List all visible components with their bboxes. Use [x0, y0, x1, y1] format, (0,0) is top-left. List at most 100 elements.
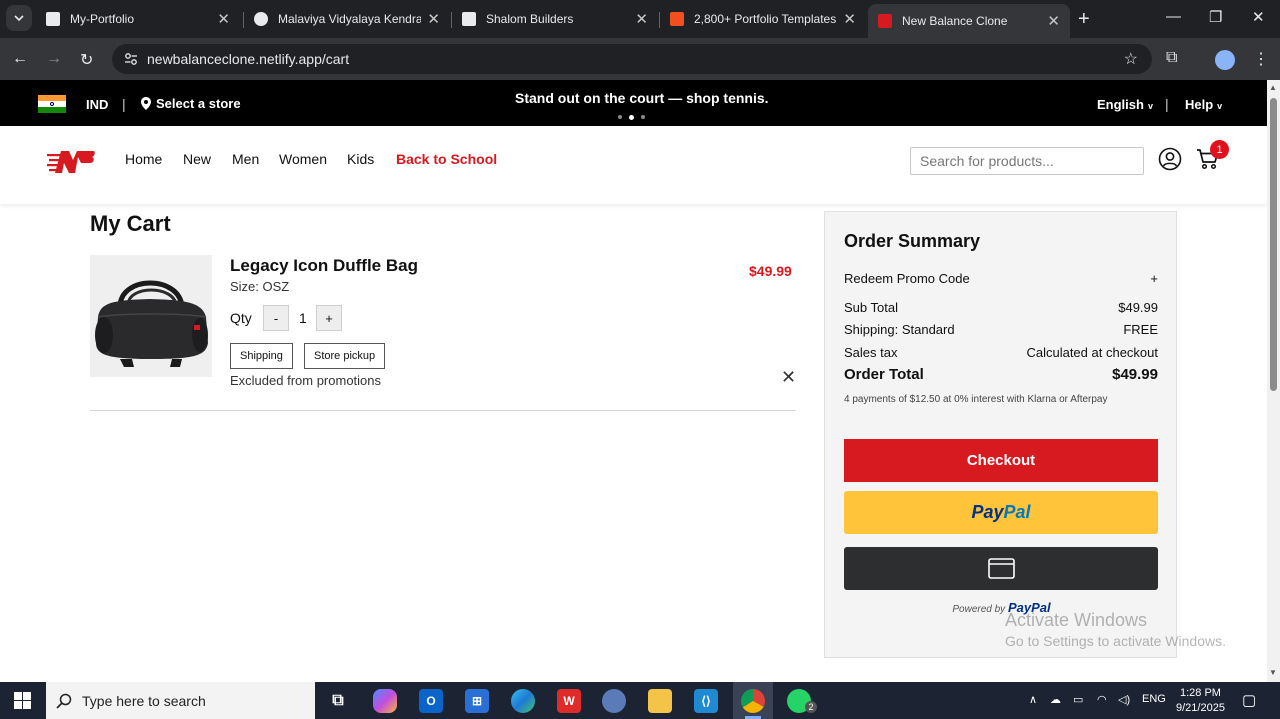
- promotion-note: Excluded from promotions: [230, 373, 382, 388]
- nav-men[interactable]: Men: [232, 151, 259, 167]
- notification-center-icon[interactable]: ▢: [1242, 691, 1256, 709]
- divider: |: [1165, 96, 1169, 112]
- close-tab-icon[interactable]: ✕: [1047, 12, 1060, 30]
- shipping-option-button[interactable]: Shipping: [230, 343, 293, 369]
- tab-title: Malaviya Vidyalaya Kendram: [278, 12, 422, 26]
- nav-new[interactable]: New: [183, 151, 211, 167]
- product-image[interactable]: [90, 255, 212, 377]
- menu-kebab-icon[interactable]: ⋮: [1253, 49, 1269, 69]
- scroll-down-arrow-icon[interactable]: ▼: [1269, 668, 1277, 677]
- language-selector[interactable]: English v: [1097, 97, 1153, 112]
- close-tab-icon[interactable]: ✕: [427, 10, 440, 28]
- taskbar-search-box[interactable]: Type here to search: [46, 682, 315, 719]
- debit-credit-card-button[interactable]: [844, 547, 1158, 590]
- qty-decrease-button[interactable]: -: [263, 305, 289, 331]
- carousel-dot[interactable]: [618, 115, 622, 119]
- nav-home[interactable]: Home: [125, 151, 162, 167]
- input-language[interactable]: ENG: [1142, 693, 1166, 705]
- clock-date: 9/21/2025: [1176, 702, 1225, 714]
- new-tab-button[interactable]: +: [1078, 8, 1090, 31]
- search-input[interactable]: [910, 147, 1144, 175]
- task-view-icon[interactable]: ⧉: [326, 689, 350, 713]
- tab-search-menu-button[interactable]: [6, 5, 32, 31]
- powered-by-label: Powered by: [952, 604, 1006, 615]
- tab-my-portfolio[interactable]: My-Portfolio ✕: [36, 4, 240, 34]
- paypal-button[interactable]: PayPal: [844, 491, 1158, 534]
- product-name[interactable]: Legacy Icon Duffle Bag: [230, 256, 418, 276]
- file-explorer-icon[interactable]: [648, 689, 672, 713]
- bookmark-star-icon[interactable]: ☆: [1124, 49, 1138, 69]
- edge-browser-icon[interactable]: [511, 689, 535, 713]
- country-selector[interactable]: IND: [86, 97, 108, 112]
- close-tab-icon[interactable]: ✕: [635, 10, 648, 28]
- new-balance-logo[interactable]: [47, 150, 95, 174]
- nav-back-to-school[interactable]: Back to School: [396, 151, 497, 167]
- system-clock[interactable]: 1:28 PM 9/21/2025: [1176, 686, 1225, 716]
- forward-arrow-icon[interactable]: →: [46, 50, 62, 68]
- windows-start-icon[interactable]: [14, 692, 31, 709]
- tab-new-balance-clone[interactable]: New Balance Clone ✕: [868, 4, 1070, 38]
- page-icon: [46, 12, 60, 26]
- profile-avatar[interactable]: [1215, 50, 1235, 70]
- page-scrollbar[interactable]: ▲ ▼: [1267, 80, 1280, 682]
- qty-increase-button[interactable]: +: [316, 305, 342, 331]
- credit-card-icon: [987, 558, 1015, 579]
- select-store-link[interactable]: Select a store: [141, 96, 241, 111]
- total-label: Order Total: [844, 366, 924, 383]
- activate-windows-subtext: Go to Settings to activate Windows.: [1005, 633, 1226, 649]
- onedrive-icon[interactable]: ☁: [1050, 693, 1061, 706]
- nav-women[interactable]: Women: [279, 151, 327, 167]
- chrome-icon[interactable]: [741, 689, 765, 713]
- nav-kids[interactable]: Kids: [347, 151, 374, 167]
- tab-shalom-builders[interactable]: Shalom Builders ✕: [452, 4, 658, 34]
- promo-code-toggle[interactable]: Redeem Promo Code +: [844, 271, 1158, 286]
- user-account-icon[interactable]: [1158, 147, 1182, 171]
- chevron-up-icon[interactable]: ∧: [1029, 693, 1037, 706]
- row-label: Shipping: Standard: [844, 322, 955, 337]
- outlook-icon[interactable]: O: [419, 689, 443, 713]
- tab-portfolio-templates[interactable]: 2,800+ Portfolio Templates - ✕: [660, 4, 866, 34]
- plus-icon[interactable]: +: [1150, 271, 1158, 286]
- carousel-dot[interactable]: [641, 115, 645, 119]
- reload-icon[interactable]: ↻: [80, 50, 93, 70]
- site-info-icon[interactable]: [124, 52, 138, 66]
- row-value: Calculated at checkout: [1026, 345, 1158, 360]
- close-tab-icon[interactable]: ✕: [843, 10, 856, 28]
- promo-message[interactable]: Stand out on the court — shop tennis.: [515, 90, 769, 106]
- browser-toolbar: ← → ↻ newbalanceclone.netlify.app/cart ☆…: [0, 38, 1280, 80]
- taskbar-search-placeholder: Type here to search: [82, 692, 206, 709]
- back-arrow-icon[interactable]: ←: [12, 50, 28, 68]
- store-pickup-option-button[interactable]: Store pickup: [304, 343, 386, 369]
- battery-icon[interactable]: ▭: [1073, 693, 1083, 706]
- copilot-icon[interactable]: [373, 689, 397, 713]
- microsoft-store-icon[interactable]: ⊞: [465, 689, 489, 713]
- url-text: newbalanceclone.netlify.app/cart: [147, 51, 350, 67]
- restore-icon[interactable]: ❐: [1209, 8, 1222, 26]
- wifi-icon[interactable]: ◠: [1097, 693, 1107, 706]
- checkout-button[interactable]: Checkout: [844, 439, 1158, 482]
- scroll-up-arrow-icon[interactable]: ▲: [1269, 83, 1277, 92]
- address-bar[interactable]: newbalanceclone.netlify.app/cart ☆: [112, 44, 1152, 74]
- help-menu[interactable]: Help v: [1185, 97, 1222, 112]
- vscode-icon[interactable]: ⟨⟩: [694, 689, 718, 713]
- language-label: English: [1097, 97, 1144, 112]
- row-value: FREE: [1123, 322, 1158, 337]
- carousel-dot-active[interactable]: [629, 114, 634, 120]
- installment-note: 4 payments of $12.50 at 0% interest with…: [844, 394, 1108, 405]
- tab-malaviya[interactable]: Malaviya Vidyalaya Kendram ✕: [244, 4, 450, 34]
- browser-tab-strip: My-Portfolio ✕ Malaviya Vidyalaya Kendra…: [0, 0, 1280, 38]
- figma-icon: [670, 12, 684, 26]
- close-tab-icon[interactable]: ✕: [217, 10, 230, 28]
- minimize-icon[interactable]: —: [1166, 8, 1181, 25]
- extensions-icon[interactable]: ⧉: [1166, 49, 1177, 67]
- select-store-label: Select a store: [156, 96, 241, 111]
- remove-item-close-icon[interactable]: ✕: [781, 367, 796, 388]
- qty-value: 1: [299, 310, 307, 326]
- scrollbar-thumb[interactable]: [1270, 98, 1277, 391]
- product-size: Size: OSZ: [230, 279, 290, 294]
- site-icon: [462, 12, 476, 26]
- paint-app-icon[interactable]: [602, 689, 626, 713]
- close-window-icon[interactable]: ✕: [1252, 8, 1265, 26]
- wps-office-icon[interactable]: W: [557, 689, 581, 713]
- volume-icon[interactable]: ◁): [1118, 693, 1130, 706]
